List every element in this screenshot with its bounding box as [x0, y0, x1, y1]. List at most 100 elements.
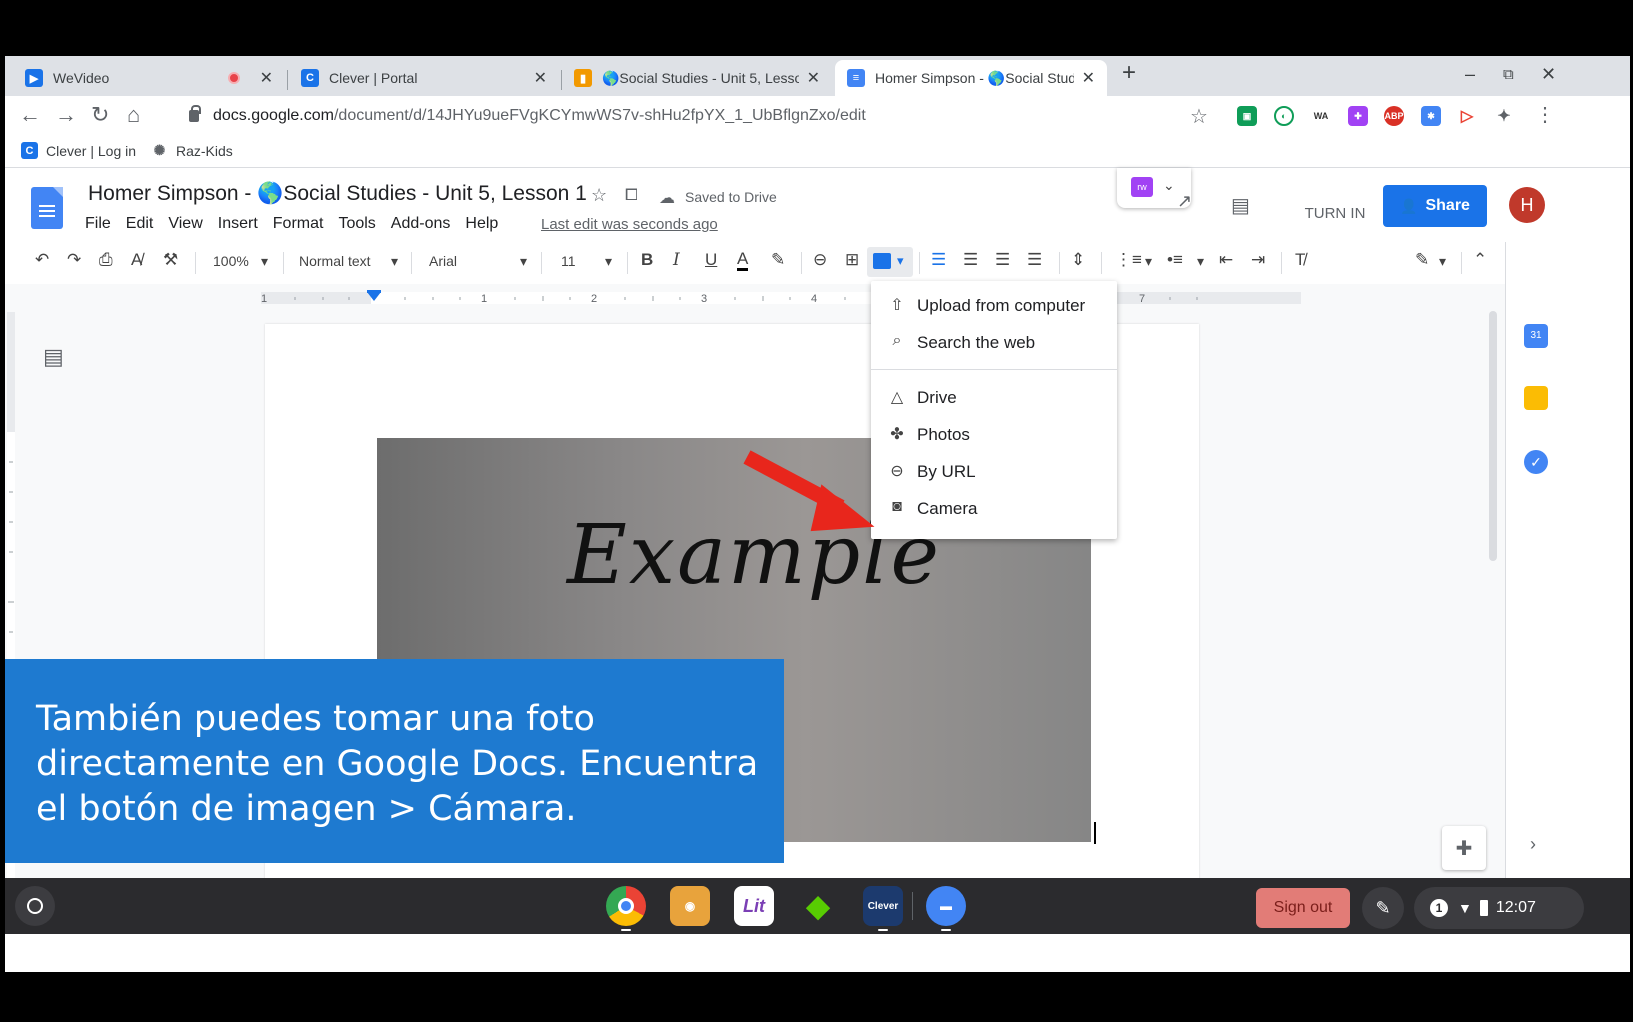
forward-icon[interactable]: → — [55, 102, 77, 128]
menu-insert[interactable]: Insert — [218, 215, 258, 233]
running-indicator — [621, 929, 631, 931]
menu-item-by-url[interactable]: ⊖ By URL — [871, 453, 1117, 490]
launcher-button[interactable] — [15, 886, 55, 926]
keep-icon[interactable] — [1524, 386, 1548, 410]
back-icon[interactable]: ← — [19, 102, 41, 128]
docs-logo-icon[interactable] — [31, 187, 63, 229]
bold-icon[interactable]: B — [641, 250, 653, 270]
close-tab-icon[interactable]: ✕ — [807, 68, 820, 88]
increase-indent-icon[interactable]: ⇥ — [1251, 250, 1265, 270]
highlight-icon[interactable]: ✎ — [771, 250, 785, 270]
clever-app-icon[interactable]: Clever — [863, 886, 903, 926]
minimize-icon[interactable]: – — [1465, 64, 1475, 85]
extension-screencastify-icon[interactable]: ◐ — [1274, 106, 1294, 126]
browser-menu-icon[interactable]: ⋮ — [1535, 102, 1555, 127]
extension-adblock-icon[interactable]: ABP — [1384, 106, 1404, 126]
home-icon[interactable]: ⌂ — [127, 102, 140, 128]
style-select[interactable]: Normal text — [299, 253, 371, 269]
extension-arrow-icon[interactable]: ▷ — [1457, 106, 1477, 126]
tab-clever-portal[interactable]: C Clever | Portal ✕ — [289, 60, 559, 96]
duolingo-app-icon[interactable]: ◆ — [798, 886, 838, 926]
move-folder-icon[interactable]: ⧠ — [625, 187, 638, 205]
extension-wa-icon[interactable]: WA — [1311, 106, 1331, 126]
editing-mode-icon[interactable]: ✎ — [1415, 250, 1429, 270]
close-tab-icon[interactable]: ✕ — [1082, 68, 1095, 88]
expand-panel-icon[interactable]: › — [1530, 834, 1536, 855]
underline-icon[interactable]: U — [705, 250, 717, 270]
menu-view[interactable]: View — [168, 215, 202, 233]
hide-menus-icon[interactable]: ⌃ — [1473, 250, 1487, 270]
bookmark-raz-kids[interactable]: ✺ Raz-Kids — [151, 142, 233, 159]
text-color-icon[interactable]: A — [737, 250, 749, 271]
files-app-icon[interactable]: ▬ — [926, 886, 966, 926]
line-spacing-icon[interactable]: ⇕ — [1071, 250, 1085, 270]
bulleted-list-icon[interactable]: •≡ — [1167, 250, 1183, 270]
menu-help[interactable]: Help — [465, 215, 498, 233]
avatar[interactable]: H — [1509, 187, 1545, 223]
zoom-select[interactable]: 100% — [213, 253, 249, 269]
document-outline-icon[interactable]: ▤ — [43, 344, 64, 370]
document-title[interactable]: Homer Simpson - 🌎Social Studies - Unit 5… — [88, 182, 587, 206]
italic-icon[interactable]: I — [673, 250, 680, 270]
menu-item-search-the-web[interactable]: ⌕ Search the web — [871, 324, 1117, 361]
tab-social-studies[interactable]: ▮ 🌎Social Studies - Unit 5, Lesson ✕ — [562, 60, 832, 96]
owl-app-icon[interactable]: ◉ — [670, 886, 710, 926]
menu-file[interactable]: File — [85, 215, 111, 233]
share-button[interactable]: 👤 Share — [1383, 185, 1487, 227]
menu-tools[interactable]: Tools — [338, 215, 375, 233]
insert-link-icon[interactable]: ⊖ — [813, 250, 827, 270]
last-edit-link[interactable]: Last edit was seconds ago — [541, 216, 718, 233]
close-tab-icon[interactable]: ✕ — [534, 68, 547, 88]
sign-out-button[interactable]: Sign out — [1256, 888, 1350, 928]
new-tab-button[interactable]: + — [1122, 59, 1136, 87]
restore-icon[interactable]: ⧉ — [1503, 66, 1514, 83]
stylus-tools-icon[interactable]: ✎ — [1362, 887, 1404, 929]
align-left-icon[interactable]: ☰ — [931, 250, 946, 270]
close-tab-icon[interactable]: ✕ — [260, 68, 273, 88]
tasks-icon[interactable]: ✓ — [1524, 450, 1548, 474]
comments-icon[interactable]: ▤ — [1231, 193, 1250, 218]
undo-icon[interactable]: ↶ — [35, 250, 49, 270]
star-icon[interactable]: ☆ — [591, 185, 607, 206]
clear-formatting-icon[interactable]: T̸ — [1295, 250, 1305, 270]
menu-format[interactable]: Format — [273, 215, 324, 233]
align-justify-icon[interactable]: ☰ — [1027, 250, 1042, 270]
explore-button[interactable]: ✚ — [1442, 826, 1486, 870]
chrome-app-icon[interactable] — [606, 886, 646, 926]
menu-edit[interactable]: Edit — [126, 215, 154, 233]
reload-icon[interactable]: ↻ — [91, 102, 109, 128]
numbered-list-icon[interactable]: ⋮≡ — [1115, 250, 1142, 270]
address-bar[interactable]: docs.google.com/document/d/14JHYu9ueFVgK… — [175, 100, 1280, 132]
spellcheck-icon[interactable]: A̸ — [131, 250, 142, 270]
menu-item-photos[interactable]: ✤ Photos — [871, 416, 1117, 453]
extension-classroom-icon[interactable]: ▣ — [1237, 106, 1257, 126]
bookmark-star-icon[interactable]: ☆ — [1190, 104, 1208, 129]
menu-item-camera[interactable]: ◙ Camera — [871, 490, 1117, 527]
close-window-icon[interactable]: ✕ — [1541, 64, 1556, 85]
decrease-indent-icon[interactable]: ⇤ — [1219, 250, 1233, 270]
extension-puzzle-icon[interactable]: ✚ — [1348, 106, 1368, 126]
tab-homer-simpson[interactable]: ≡ Homer Simpson - 🌎Social Stud ✕ — [835, 60, 1107, 96]
align-right-icon[interactable]: ☰ — [995, 250, 1010, 270]
insert-image-button[interactable]: ▾ — [867, 247, 913, 277]
redo-icon[interactable]: ↷ — [67, 250, 81, 270]
tab-wevideo[interactable]: ▶ WeVideo ✕ — [13, 60, 285, 96]
align-center-icon[interactable]: ☰ — [963, 250, 978, 270]
status-tray[interactable]: 1 ▼ 12:07 — [1414, 887, 1584, 929]
paint-format-icon[interactable]: ⚒ — [163, 250, 178, 270]
vertical-scrollbar[interactable] — [1489, 311, 1497, 561]
menu-item-upload-from-computer[interactable]: ⇧ Upload from computer — [871, 287, 1117, 324]
lit-app-icon[interactable]: Lit — [734, 886, 774, 926]
bookmark-clever-login[interactable]: C Clever | Log in — [21, 142, 136, 159]
menu-item-drive[interactable]: △ Drive — [871, 379, 1117, 416]
calendar-icon[interactable]: 31 — [1524, 324, 1548, 348]
turn-in-button[interactable]: TURN IN — [1289, 193, 1381, 233]
menu-addons[interactable]: Add-ons — [391, 215, 451, 233]
print-icon[interactable]: ⎙ — [99, 250, 113, 270]
extensions-menu-icon[interactable]: ✦ — [1494, 106, 1514, 126]
font-select[interactable]: Arial — [429, 253, 457, 269]
extension-gear-icon[interactable]: ✱ — [1421, 106, 1441, 126]
insert-comment-icon[interactable]: ⊞ — [845, 250, 859, 270]
font-size-select[interactable]: 11 — [561, 253, 576, 269]
activity-trend-icon[interactable]: ↗ — [1177, 191, 1192, 212]
